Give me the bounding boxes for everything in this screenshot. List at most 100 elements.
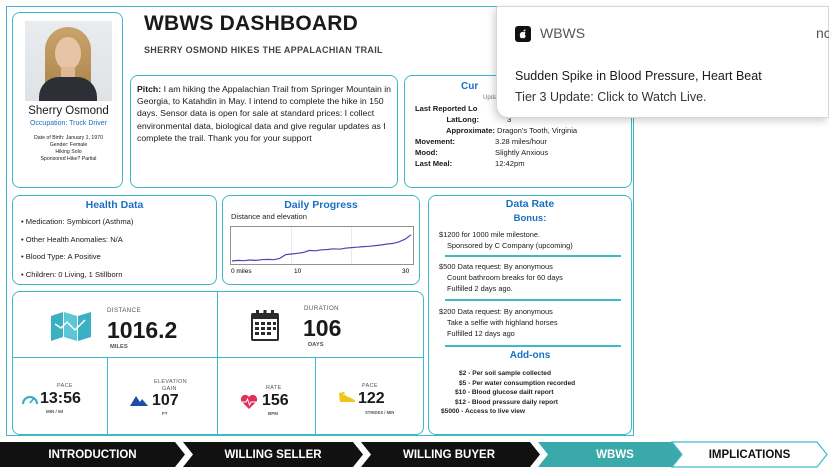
profile-details: Date of Birth: January 1, 1970 Gender: F… bbox=[13, 135, 124, 163]
speedometer-icon bbox=[21, 395, 39, 405]
request2-line2: Take a selfie with highland horses bbox=[447, 318, 558, 327]
movement-label: Movement: bbox=[415, 137, 456, 146]
nav-willing-buyer[interactable]: WILLING BUYER bbox=[361, 442, 537, 467]
rate-value: 156 bbox=[262, 392, 289, 409]
datarate-title: Data Rate bbox=[505, 198, 555, 210]
health-panel: Health Data Medication: Symbicort (Asthm… bbox=[12, 195, 217, 285]
duration-label: DURATION bbox=[304, 305, 340, 312]
rate-label: RATE bbox=[266, 385, 282, 391]
nav-wbws[interactable]: WBWS bbox=[540, 442, 690, 467]
bonus-line1: $1200 for 1000 mile milestone. bbox=[439, 230, 541, 239]
nav-label: INTRODUCTION bbox=[48, 448, 137, 461]
section-nav: INTRODUCTION WILLING SELLER WILLING BUYE… bbox=[0, 440, 829, 469]
request1-line2: Count bathroom breaks for 60 days bbox=[447, 273, 563, 282]
x-tick-end: 30 bbox=[402, 268, 410, 275]
notification-overflow: nc bbox=[816, 25, 829, 41]
calendar-icon bbox=[251, 310, 279, 341]
meal-label: Last Meal: bbox=[415, 159, 453, 168]
app-icon bbox=[515, 26, 531, 42]
movement-value: 3.28 miles/hour bbox=[495, 137, 547, 146]
profile-hiking: Hiking Solo bbox=[55, 149, 82, 155]
approx-value: Dragon's Tooth, Virginia bbox=[497, 126, 578, 135]
addon-item: $5000 - Access to live view bbox=[441, 408, 526, 415]
profile-gender: Gender: Female bbox=[49, 142, 88, 148]
stride-value: 122 bbox=[358, 390, 385, 407]
rate-unit: BPM bbox=[268, 411, 278, 416]
request2-line3: Fulfilled 12 days ago bbox=[447, 329, 515, 338]
distance-value: 1016.2 bbox=[107, 317, 178, 343]
bonus-line2: Sponsored by C Company (upcoming) bbox=[447, 241, 573, 250]
notification-body: Tier 3 Update: Click to Watch Live. bbox=[515, 90, 707, 104]
pitch-panel: Pitch: I am hiking the Appalachian Trail… bbox=[130, 75, 398, 188]
meal-value: 12:42pm bbox=[495, 159, 525, 168]
health-title: Health Data bbox=[85, 199, 144, 211]
addons-title: Add-ons bbox=[509, 350, 551, 361]
nav-label: WBWS bbox=[596, 448, 634, 461]
profile-dob: Date of Birth: January 1, 1970 bbox=[34, 135, 103, 141]
dashboard-title: WBWS DASHBOARD bbox=[144, 12, 358, 35]
nav-introduction[interactable]: INTRODUCTION bbox=[0, 442, 185, 467]
x-tick-start: 0 miles bbox=[231, 268, 252, 275]
pace-label: PACE bbox=[57, 383, 73, 389]
current-title: Cur bbox=[461, 81, 479, 92]
health-list: Medication: Symbicort (Asthma) Other Hea… bbox=[21, 213, 216, 283]
profile-card: Sherry Osmond Occupation: Truck Driver D… bbox=[12, 12, 123, 188]
distance-cell: DISTANCE 1016.2 MILES bbox=[13, 292, 218, 358]
pitch-label: Pitch: bbox=[137, 84, 162, 94]
nav-label: WILLING BUYER bbox=[403, 448, 495, 461]
elevation-unit: FT bbox=[162, 411, 168, 416]
stride-unit: STRIDES / MIN bbox=[365, 410, 395, 415]
pace-value: 13:56 bbox=[40, 390, 81, 407]
duration-cell: DURATION 106 DAYS bbox=[218, 292, 423, 358]
divider bbox=[445, 299, 621, 301]
notification-title: Sudden Spike in Blood Pressure, Heart Be… bbox=[515, 69, 762, 83]
notification-app-name: WBWS bbox=[540, 25, 586, 41]
progress-title: Daily Progress bbox=[284, 199, 358, 211]
latlong-label: LatLong: bbox=[446, 115, 479, 124]
duration-value: 106 bbox=[303, 315, 342, 341]
distance-unit: MILES bbox=[110, 344, 128, 350]
map-icon bbox=[51, 312, 91, 341]
progress-subtitle: Distance and elevation bbox=[231, 212, 307, 221]
nav-implications[interactable]: IMPLICATIONS bbox=[672, 442, 827, 467]
notification-toast[interactable]: WBWS nc Sudden Spike in Blood Pressure, … bbox=[496, 6, 829, 118]
request1-line1: $500 Data request: By anonymous bbox=[439, 262, 553, 271]
nav-label: IMPLICATIONS bbox=[708, 448, 791, 461]
last-reported-label: Last Reported Lo bbox=[415, 104, 478, 113]
distance-label: DISTANCE bbox=[107, 307, 142, 314]
elevation-value: 107 bbox=[152, 392, 179, 409]
addon-item: $12 - Blood pressure daily report bbox=[455, 398, 558, 406]
pace-cell: PACE 13:56 MIN / MI bbox=[13, 358, 108, 434]
mood-value: Slightly Anxious bbox=[495, 148, 549, 157]
elevation-cell: ELEVATION GAIN 107 FT bbox=[108, 358, 218, 434]
elevation-label: ELEVATION bbox=[154, 379, 188, 385]
health-item: Children: 0 Living, 1 Stillborn bbox=[21, 266, 216, 284]
profile-name: Sherry Osmond bbox=[28, 105, 109, 117]
pitch-body: I am hiking the Appalachian Trail from S… bbox=[137, 84, 392, 143]
divider bbox=[445, 255, 621, 257]
mood-label: Mood: bbox=[415, 148, 438, 157]
stats-panel: DISTANCE 1016.2 MILES DURATION 106 DAYS bbox=[12, 291, 424, 435]
pitch-text: Pitch: I am hiking the Appalachian Trail… bbox=[137, 83, 393, 144]
shoe-icon bbox=[339, 392, 355, 402]
heartbeat-icon bbox=[240, 394, 258, 409]
progress-chart: 0 miles 10 30 bbox=[230, 226, 414, 275]
profile-occupation: Occupation: Truck Driver bbox=[29, 120, 108, 127]
request1-line3: Fulfilled 2 days ago. bbox=[447, 284, 513, 293]
approx-label: Approximate: bbox=[446, 126, 495, 135]
dashboard-subtitle: SHERRY OSMOND HIKES THE APPALACHIAN TRAI… bbox=[144, 45, 383, 55]
data-rate-panel: Data Rate Bonus: $1200 for 1000 mile mil… bbox=[428, 195, 632, 435]
heart-rate-cell: RATE 156 BPM bbox=[218, 358, 316, 434]
avatar bbox=[25, 21, 112, 101]
stride-label: PACE bbox=[362, 383, 378, 389]
request2-line1: $200 Data request: By anonymous bbox=[439, 307, 553, 316]
addon-item: $2 - Per soil sample collected bbox=[459, 370, 551, 377]
stride-cell: PACE 122 STRIDES / MIN bbox=[316, 358, 423, 434]
pace-unit: MIN / MI bbox=[46, 409, 63, 414]
chart-frame bbox=[230, 226, 414, 265]
x-tick-mid: 10 bbox=[294, 268, 302, 275]
duration-unit: DAYS bbox=[308, 342, 324, 348]
divider bbox=[445, 345, 621, 347]
addon-item: $10 - Blood glucose dailt report bbox=[455, 389, 554, 396]
nav-willing-seller[interactable]: WILLING SELLER bbox=[183, 442, 363, 467]
